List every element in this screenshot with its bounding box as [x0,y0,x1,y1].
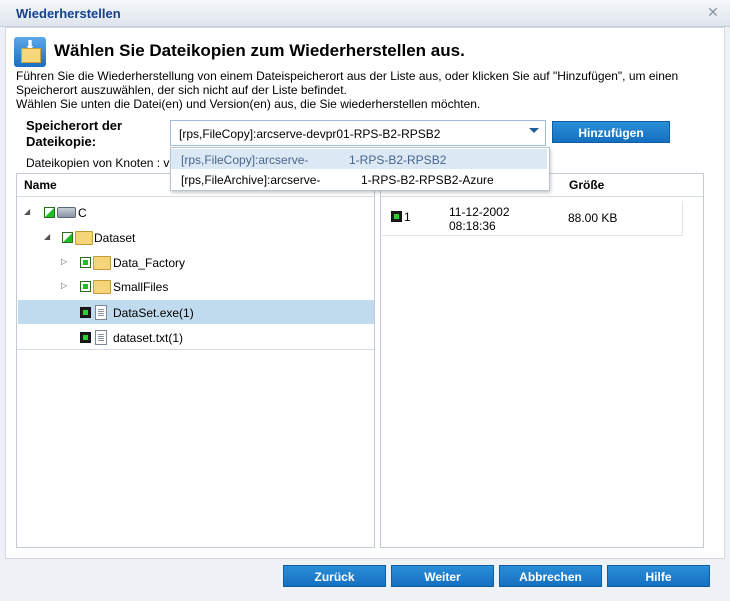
expand-icon[interactable]: ▷ [61,281,67,290]
versions-header-divider [381,196,703,197]
location-label-line1: Speicherort der [26,118,123,133]
tree-row[interactable]: ▷ Data_Factory [18,250,374,274]
back-button[interactable]: Zurück [283,565,386,587]
tree-row[interactable]: dataset.txt(1) [18,325,374,349]
close-icon[interactable]: ✕ [706,5,720,19]
description-line-1: Führen Sie die Wiederherstellung von ein… [16,69,679,83]
tree-item-label: SmallFiles [113,280,169,294]
checkbox-checked-icon[interactable] [80,307,91,318]
version-row[interactable]: 1 11-12-2002 08:18:36 88.00 KB [382,201,683,236]
tree-item-label: dataset.txt(1) [113,331,184,345]
file-icon [95,305,107,320]
checkbox-checked-icon[interactable] [80,332,91,343]
tree-item-label: C [78,206,87,220]
folder-restore-icon: ⬇ [14,37,46,67]
cancel-button[interactable]: Abbrechen [499,565,602,587]
tree-row-divider [17,349,374,350]
file-icon [95,330,107,345]
location-option-left: [rps,FileArchive]:arcserve- [181,173,321,187]
tree-row[interactable]: ◢ Dataset [18,225,374,249]
location-option[interactable]: [rps,FileCopy]:arcserve- 1-RPS-B2-RPSB2 [171,149,547,169]
version-time: 08:18:36 [449,219,496,233]
checkbox-icon[interactable] [80,257,91,268]
location-option-right: 1-RPS-B2-RPSB2 [349,153,447,167]
tree-item-label: Data_Factory [113,256,186,270]
location-label-line2: Dateikopie: [26,134,97,149]
dialog-title: Wiederherstellen [16,6,121,21]
folder-icon [93,280,111,294]
version-date: 11-12-2002 [449,205,510,219]
drive-icon [57,207,76,218]
help-button[interactable]: Hilfe [607,565,710,587]
location-option[interactable]: [rps,FileArchive]:arcserve- 1-RPS-B2-RPS… [171,169,547,189]
add-location-button[interactable]: Hinzufügen [552,121,670,143]
collapse-icon[interactable]: ◢ [44,232,50,241]
location-selected-value: [rps,FileCopy]:arcserve-devpr01-RPS-B2-R… [179,127,441,141]
location-option-left: [rps,FileCopy]:arcserve- [181,153,309,167]
expand-icon[interactable]: ▷ [61,257,67,266]
dialog-heading: Wählen Sie Dateikopien zum Wiederherstel… [54,41,465,60]
location-combobox[interactable]: [rps,FileCopy]:arcserve-devpr01-RPS-B2-R… [170,120,546,146]
description-line-2: Speicherort auszuwählen, der sich nicht … [16,83,347,97]
tree-row[interactable]: ▷ SmallFiles [18,274,374,298]
tree-header-divider [17,196,374,197]
tree-row-selected[interactable]: DataSet.exe(1) [18,300,374,324]
location-option-right: 1-RPS-B2-RPSB2-Azure [361,173,494,187]
checkbox-partial-icon[interactable] [44,207,55,218]
next-button[interactable]: Weiter [391,565,494,587]
description-line-3: Wählen Sie unten die Datei(en) und Versi… [16,97,481,111]
location-dropdown-list: [rps,FileCopy]:arcserve- 1-RPS-B2-RPSB2 … [170,147,550,191]
tree-item-label: Dataset [94,231,136,245]
checkbox-partial-icon[interactable] [62,232,73,243]
chevron-down-icon[interactable] [529,128,539,133]
tree-row[interactable]: ◢ C [18,200,374,224]
tree-item-label: DataSet.exe(1) [113,306,194,320]
tree-column-name: Name [24,178,57,192]
collapse-icon[interactable]: ◢ [24,207,30,216]
checkbox-icon[interactable] [80,281,91,292]
versions-column-size: Größe [569,178,605,192]
version-size: 88.00 KB [568,211,618,225]
checkbox-checked-icon[interactable] [391,211,402,222]
folder-icon [93,256,111,270]
nodes-label: Dateikopien von Knoten : v [26,156,170,170]
version-number: 1 [404,210,411,224]
location-label: Speicherort der Dateikopie: [26,118,156,150]
dialog-titlebar: Wiederherstellen ✕ [0,0,730,27]
folder-icon [75,231,93,245]
